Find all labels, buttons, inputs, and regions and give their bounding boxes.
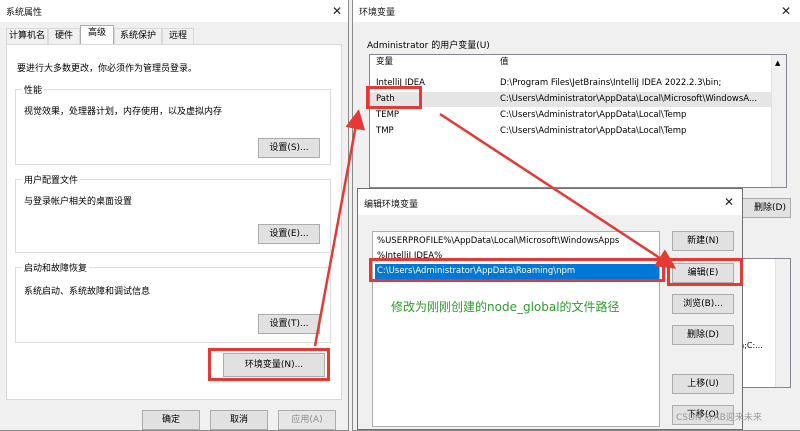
column-header-variable[interactable]: 变量 bbox=[376, 55, 393, 70]
button-label: 设置(T)... bbox=[269, 319, 309, 329]
startup-recovery-group: 启动和故障恢复 系统启动、系统故障和调试信息 设置(T)... bbox=[15, 261, 331, 343]
advanced-tab-panel: 要进行大多数更改，你必须作为管理员登录。 性能 视觉效果，处理器计划，内存使用，… bbox=[6, 44, 342, 400]
title-bar: 环境变量 ✕ bbox=[353, 0, 800, 22]
close-icon[interactable]: ✕ bbox=[779, 4, 793, 18]
button-label: 环境变量(N)... bbox=[244, 360, 304, 370]
table-row[interactable]: TMP C:\Users\Administrator\AppData\Local… bbox=[370, 124, 772, 139]
variable-value: C:\Users\Administrator\AppData\Local\Tem… bbox=[500, 110, 687, 120]
tab-label: 远程 bbox=[168, 31, 187, 41]
user-variables-list[interactable]: 变量 值 IntelliJ IDEA D:\Program Files\JetB… bbox=[369, 54, 787, 188]
startup-settings-button[interactable]: 设置(T)... bbox=[258, 314, 320, 334]
variable-name: Path bbox=[376, 94, 395, 104]
item-text: C:\Users\Administrator\AppData\Roaming\n… bbox=[377, 266, 576, 276]
edit-env-variable-dialog: 编辑环境变量 ✕ %USERPROFILE%\AppData\Local\Mic… bbox=[357, 188, 743, 430]
button-label: 新建(N) bbox=[687, 236, 719, 246]
button-label: 删除(D) bbox=[687, 330, 719, 340]
cancel-button[interactable]: 取消 bbox=[210, 410, 268, 430]
list-header: 变量 值 bbox=[370, 55, 772, 71]
startup-recovery-title: 启动和故障恢复 bbox=[22, 261, 90, 274]
dialog-title: 编辑环境变量 bbox=[364, 200, 419, 210]
button-label: 上移(U) bbox=[687, 379, 719, 389]
variable-name: TEMP bbox=[376, 110, 400, 120]
variable-value: D:\Program Files\JetBrains\IntelliJ IDEA… bbox=[500, 78, 722, 88]
performance-desc: 视觉效果，处理器计划，内存使用，以及虚拟内存 bbox=[24, 107, 223, 117]
button-label: 编辑(E) bbox=[687, 268, 719, 278]
button-label: 设置(S)... bbox=[269, 143, 309, 153]
user-variables-label: Administrator 的用户变量(U) bbox=[367, 41, 490, 51]
watermark: CSDN @AB迎来未来 bbox=[676, 413, 762, 423]
admin-note: 要进行大多数更改，你必须作为管理员登录。 bbox=[17, 64, 198, 74]
variable-name: IntelliJ IDEA bbox=[376, 78, 425, 88]
tab-system-protection[interactable]: 系统保护 bbox=[114, 28, 162, 44]
scrollbar[interactable] bbox=[775, 259, 790, 387]
browse-button[interactable]: 浏览(B)... bbox=[672, 294, 734, 314]
scrollbar[interactable]: ▲ bbox=[771, 55, 786, 187]
user-delete-button-partial[interactable]: 删除(D) bbox=[741, 198, 791, 218]
variable-value: C:\Users\Administrator\AppData\Local\Mic… bbox=[500, 94, 758, 104]
user-profile-settings-button[interactable]: 设置(E)... bbox=[258, 224, 320, 244]
list-item[interactable]: %IntelliJ IDEA% bbox=[377, 250, 659, 262]
button-label: 应用(A) bbox=[291, 415, 323, 425]
system-properties-window: 系统属性 ✕ 计算机名 硬件 高级 系统保护 远程 要进行大多数更改，你必须作为… bbox=[0, 0, 349, 431]
variable-value: C:\Users\Administrator\AppData\Local\Tem… bbox=[500, 126, 687, 136]
annotation-text: 修改为刚刚创建的node_global的文件路径 bbox=[391, 300, 620, 314]
apply-button[interactable]: 应用(A) bbox=[278, 410, 336, 430]
table-row[interactable]: Path C:\Users\Administrator\AppData\Loca… bbox=[370, 92, 772, 107]
performance-title: 性能 bbox=[22, 83, 45, 96]
close-icon[interactable]: ✕ bbox=[722, 195, 736, 209]
tab-advanced[interactable]: 高级 bbox=[80, 25, 114, 45]
move-up-button[interactable]: 上移(U) bbox=[672, 374, 734, 394]
tab-label: 系统保护 bbox=[119, 31, 156, 41]
user-profile-desc: 与登录帐户相关的桌面设置 bbox=[24, 197, 133, 207]
performance-settings-button[interactable]: 设置(S)... bbox=[258, 138, 320, 158]
new-button[interactable]: 新建(N) bbox=[672, 231, 734, 251]
tab-remote[interactable]: 远程 bbox=[162, 28, 194, 44]
user-profile-title: 用户配置文件 bbox=[22, 173, 81, 186]
scroll-up-icon[interactable]: ▲ bbox=[775, 59, 780, 67]
ok-button[interactable]: 确定 bbox=[142, 410, 200, 430]
tab-label: 计算机名 bbox=[8, 31, 45, 41]
button-label: 确定 bbox=[161, 415, 180, 425]
performance-group: 性能 视觉效果，处理器计划，内存使用，以及虚拟内存 设置(S)... bbox=[15, 83, 331, 165]
delete-button[interactable]: 删除(D) bbox=[672, 325, 734, 345]
title-bar: 编辑环境变量 ✕ bbox=[358, 189, 742, 215]
button-label: 取消 bbox=[229, 415, 248, 425]
list-item[interactable]: %USERPROFILE%\AppData\Local\Microsoft\Wi… bbox=[377, 234, 659, 249]
tab-hardware[interactable]: 硬件 bbox=[48, 28, 80, 44]
tab-computer-name[interactable]: 计算机名 bbox=[6, 28, 48, 44]
button-label: 浏览(B)... bbox=[683, 299, 723, 309]
table-row[interactable]: IntelliJ IDEA D:\Program Files\JetBrains… bbox=[370, 76, 772, 91]
list-item-selected[interactable]: C:\Users\Administrator\AppData\Roaming\n… bbox=[375, 264, 659, 279]
button-label: 删除(D) bbox=[754, 203, 786, 213]
environment-variables-button[interactable]: 环境变量(N)... bbox=[223, 353, 325, 377]
window-title: 系统属性 bbox=[6, 8, 43, 18]
path-entries-list[interactable]: %USERPROFILE%\AppData\Local\Microsoft\Wi… bbox=[372, 231, 660, 427]
edit-button[interactable]: 编辑(E) bbox=[672, 263, 734, 283]
user-profile-group: 用户配置文件 与登录帐户相关的桌面设置 设置(E)... bbox=[15, 173, 331, 253]
title-bar: 系统属性 ✕ bbox=[0, 0, 348, 22]
item-text: %USERPROFILE%\AppData\Local\Microsoft\Wi… bbox=[377, 236, 620, 246]
tab-label: 高级 bbox=[87, 28, 106, 38]
window-title: 环境变量 bbox=[359, 8, 396, 18]
tab-label: 硬件 bbox=[54, 31, 73, 41]
close-icon[interactable]: ✕ bbox=[330, 4, 344, 18]
item-text: %IntelliJ IDEA% bbox=[377, 251, 443, 261]
startup-recovery-desc: 系统启动、系统故障和调试信息 bbox=[24, 287, 151, 297]
table-row[interactable]: TEMP C:\Users\Administrator\AppData\Loca… bbox=[370, 108, 772, 123]
column-header-value[interactable]: 值 bbox=[500, 55, 509, 70]
button-label: 设置(E)... bbox=[269, 229, 309, 239]
variable-name: TMP bbox=[376, 126, 394, 136]
